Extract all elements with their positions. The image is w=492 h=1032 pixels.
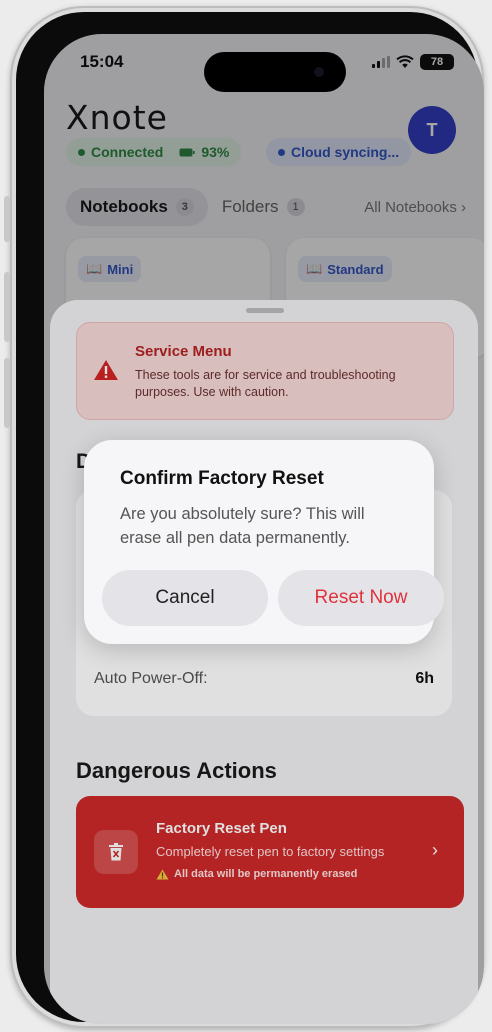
screen: 15:04 78 Xnote T Connected 93% Cloud syn… <box>44 34 484 1024</box>
phone-bezel: 15:04 78 Xnote T Connected 93% Cloud syn… <box>16 12 484 1024</box>
dialog-title: Confirm Factory Reset <box>120 468 324 489</box>
volume-down-button <box>4 358 10 428</box>
action-button <box>4 196 10 242</box>
volume-up-button <box>4 272 10 342</box>
dialog-message: Are you absolutely sure? This will erase… <box>120 505 365 547</box>
reset-now-button[interactable]: Reset Now <box>278 570 444 626</box>
sheet-dim-overlay <box>50 300 478 1024</box>
cancel-button[interactable]: Cancel <box>102 570 268 626</box>
confirm-dialog: Confirm Factory Reset Are you absolutely… <box>84 440 444 644</box>
service-sheet: Service Menu These tools are for service… <box>50 300 478 1024</box>
